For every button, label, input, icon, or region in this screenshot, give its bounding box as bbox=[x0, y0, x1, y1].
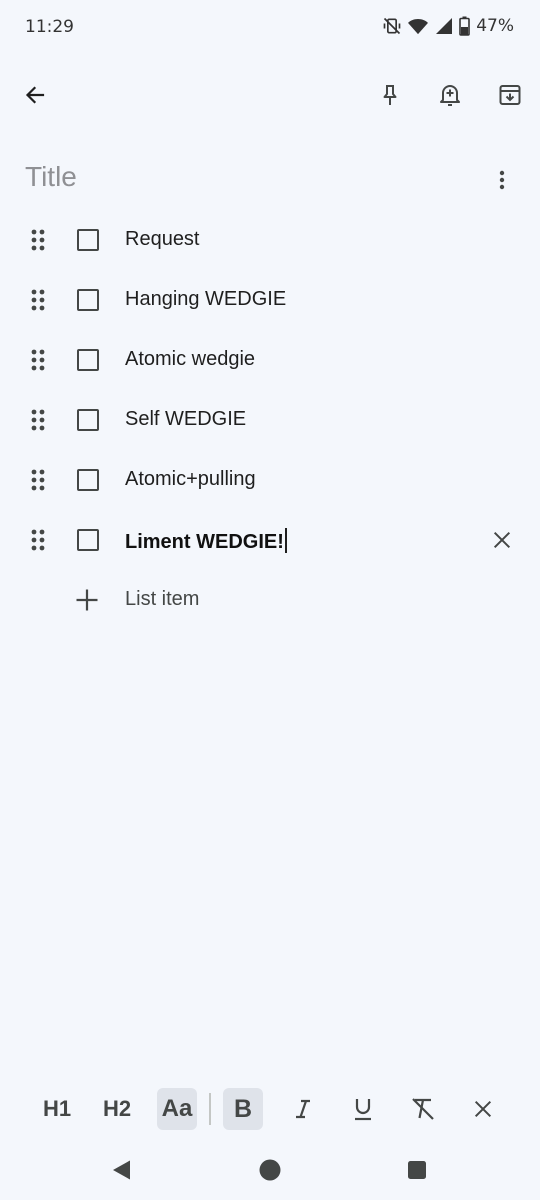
underline-button[interactable] bbox=[343, 1088, 383, 1130]
clear-format-icon bbox=[412, 1098, 434, 1120]
status-icons: 47% bbox=[382, 16, 514, 36]
add-alert-icon bbox=[440, 85, 460, 106]
archive-icon bbox=[499, 85, 521, 105]
nav-back-icon bbox=[113, 1160, 130, 1180]
back-button[interactable] bbox=[11, 71, 59, 119]
list-item: Atomic+pulling bbox=[0, 450, 540, 510]
underline-icon bbox=[355, 1099, 371, 1121]
list-item: Atomic wedgie bbox=[0, 330, 540, 390]
nav-home-icon bbox=[259, 1159, 281, 1181]
item-checkbox[interactable] bbox=[77, 469, 99, 491]
nav-recents-icon bbox=[408, 1161, 426, 1179]
battery-icon bbox=[459, 16, 471, 36]
close-icon bbox=[474, 1100, 492, 1118]
italic-button[interactable] bbox=[283, 1088, 323, 1130]
item-checkbox[interactable] bbox=[77, 349, 99, 371]
status-time: 11:29 bbox=[25, 17, 74, 37]
signal-icon bbox=[436, 18, 453, 34]
close-icon bbox=[493, 531, 511, 549]
remove-item-button[interactable] bbox=[478, 516, 526, 564]
item-checkbox[interactable] bbox=[77, 289, 99, 311]
clear-formatting-button[interactable] bbox=[403, 1088, 443, 1130]
pin-icon bbox=[383, 85, 397, 105]
drag-handle-icon[interactable] bbox=[26, 288, 50, 312]
title-input[interactable]: Title bbox=[25, 161, 77, 193]
title-row: Title bbox=[0, 154, 540, 206]
drag-handle-icon[interactable] bbox=[26, 468, 50, 492]
wifi-icon bbox=[408, 19, 429, 35]
close-toolbar-button[interactable] bbox=[463, 1088, 503, 1130]
arrow-back-icon bbox=[25, 86, 45, 104]
battery-percent: 47% bbox=[476, 16, 514, 36]
item-text[interactable]: Self WEDGIE bbox=[125, 408, 246, 431]
h1-button[interactable]: H1 bbox=[36, 1088, 78, 1130]
plus-icon bbox=[76, 589, 98, 611]
add-list-item-button[interactable]: List item bbox=[0, 570, 540, 630]
item-checkbox[interactable] bbox=[77, 229, 99, 251]
italic-icon bbox=[296, 1099, 310, 1119]
status-bar: 11:29 47% bbox=[0, 0, 540, 56]
formatting-toolbar: H1 H2 Aa B bbox=[0, 1088, 540, 1132]
item-text-input[interactable]: Liment WEDGIE! bbox=[125, 528, 287, 554]
drag-handle-icon[interactable] bbox=[26, 408, 50, 432]
archive-button[interactable] bbox=[486, 71, 534, 119]
drag-handle-icon[interactable] bbox=[26, 348, 50, 372]
more-options-button[interactable] bbox=[478, 156, 526, 204]
item-text-value: Liment WEDGIE! bbox=[125, 531, 284, 553]
item-text[interactable]: Atomic+pulling bbox=[125, 468, 256, 491]
list-item: Request bbox=[0, 210, 540, 270]
more-vert-icon bbox=[499, 170, 505, 190]
pin-button[interactable] bbox=[366, 71, 414, 119]
navigation-bar bbox=[0, 1140, 540, 1200]
item-checkbox[interactable] bbox=[77, 529, 99, 551]
toolbar-divider bbox=[209, 1093, 211, 1125]
mute-vibrate-icon bbox=[383, 17, 401, 35]
item-text[interactable]: Request bbox=[125, 228, 200, 251]
list-item-focused: Liment WEDGIE! bbox=[0, 510, 540, 570]
nav-recents-button[interactable] bbox=[387, 1140, 447, 1200]
add-item-label: List item bbox=[125, 588, 200, 610]
drag-handle-icon[interactable] bbox=[26, 228, 50, 252]
top-bar bbox=[0, 66, 540, 124]
item-text[interactable]: Atomic wedgie bbox=[125, 348, 255, 371]
h2-button[interactable]: H2 bbox=[96, 1088, 138, 1130]
drag-handle-icon[interactable] bbox=[26, 528, 50, 552]
item-checkbox[interactable] bbox=[77, 409, 99, 431]
item-text[interactable]: Hanging WEDGIE bbox=[125, 288, 286, 311]
nav-back-button[interactable] bbox=[92, 1140, 152, 1200]
list-item: Hanging WEDGIE bbox=[0, 270, 540, 330]
checklist: Request Hanging WEDGIE Atomic wedgie Sel… bbox=[0, 210, 540, 630]
normal-text-button[interactable]: Aa bbox=[157, 1088, 197, 1130]
bold-button[interactable]: B bbox=[223, 1088, 263, 1130]
reminder-button[interactable] bbox=[426, 71, 474, 119]
text-cursor bbox=[284, 528, 287, 553]
list-item: Self WEDGIE bbox=[0, 390, 540, 450]
nav-home-button[interactable] bbox=[240, 1140, 300, 1200]
